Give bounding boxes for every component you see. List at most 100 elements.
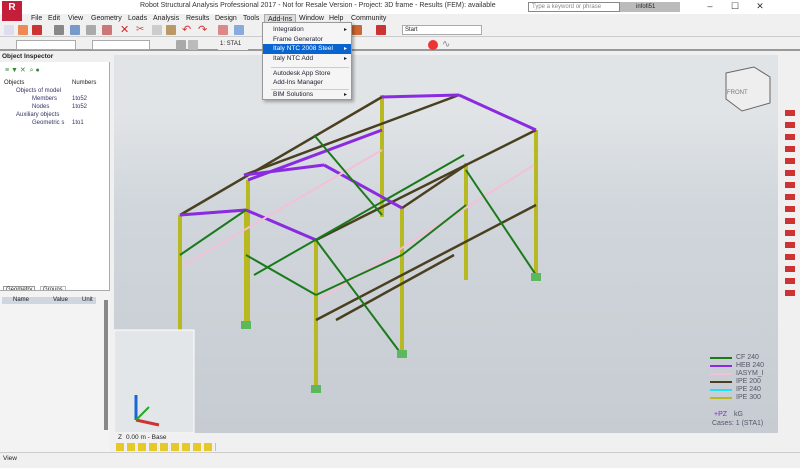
search-input[interactable]: Type a keyword or phrase — [528, 2, 620, 12]
redo-icon[interactable]: ↷ — [198, 25, 208, 35]
legend-item: IPE 200 — [710, 378, 761, 385]
open-icon[interactable] — [18, 25, 28, 35]
menu-item-label: Italy NTC Add — [273, 55, 313, 62]
menu-item-label: Add-Ins Manager — [273, 79, 323, 86]
legend-swatch — [710, 373, 732, 375]
menu-item-integration[interactable]: Integration ▸ — [263, 25, 351, 35]
tree-item-number: 1to1 — [72, 120, 84, 126]
submenu-arrow-icon: ▸ — [344, 25, 347, 35]
properties-scrollbar[interactable] — [104, 300, 108, 430]
legend-item: IPE 300 — [710, 394, 761, 401]
menu-edit[interactable]: Edit — [45, 14, 63, 23]
legend-label: IPE 200 — [736, 378, 761, 385]
menu-file[interactable]: File — [28, 14, 45, 23]
minimize-button[interactable]: – — [700, 1, 720, 11]
legend-item: CF 240 — [710, 354, 759, 361]
menu-item-add-ins-manager[interactable]: Add-Ins Manager — [263, 78, 351, 88]
maximize-button[interactable]: ☐ — [725, 1, 745, 12]
object-inspector-title: Object Inspector — [0, 52, 110, 62]
save-icon[interactable] — [32, 25, 42, 35]
paste-icon[interactable] — [166, 25, 176, 35]
legend-swatch — [710, 365, 732, 367]
legend-item: IPE 240 — [710, 386, 761, 393]
menu-item-label: Autodesk App Store — [273, 70, 330, 77]
load-display-icon[interactable] — [428, 40, 438, 50]
close-button[interactable]: ✕ — [750, 1, 770, 12]
menu-item-bim-solutions[interactable]: BIM Solutions ▸ — [263, 90, 351, 100]
properties-panel — [0, 290, 110, 452]
submenu-arrow-icon: ▸ — [344, 90, 347, 100]
legend-swatch — [710, 357, 732, 359]
legend-item: HEB 240 — [710, 362, 764, 369]
copy-icon[interactable] — [152, 25, 162, 35]
menu-item-label: Integration — [273, 26, 304, 33]
cut-icon[interactable]: ✂ — [136, 25, 146, 35]
camera-icon[interactable] — [102, 25, 112, 35]
menu-item-label: Frame Generator — [273, 36, 323, 43]
selection-combo[interactable] — [16, 40, 76, 50]
calculator-icon[interactable] — [218, 25, 228, 35]
menu-separator — [271, 67, 349, 68]
tree-item-number: 1to52 — [72, 96, 87, 102]
load-direction: +PZ — [714, 411, 727, 418]
legend-swatch — [710, 381, 732, 383]
legend-swatch — [710, 389, 732, 391]
add-ins-dropdown: Integration ▸ Frame Generator Italy NTC 2… — [262, 22, 352, 100]
tree-item-number: 1to52 — [72, 104, 87, 110]
tree-item[interactable]: Nodes — [32, 104, 49, 110]
submenu-arrow-icon: ▸ — [344, 54, 347, 64]
3d-viewport[interactable] — [114, 55, 778, 433]
view-cube-label[interactable]: FRONT — [727, 90, 748, 96]
frame-icon[interactable] — [176, 40, 186, 50]
table-icon[interactable] — [234, 25, 244, 35]
screen-capture-icon[interactable] — [86, 25, 96, 35]
legend-swatch — [710, 397, 732, 399]
coordinate-label: Z — [118, 434, 122, 441]
user-account[interactable]: infofi51 — [620, 2, 680, 12]
print-icon[interactable] — [54, 25, 64, 35]
menu-item-italy-ntc-add[interactable]: Italy NTC Add ▸ — [263, 54, 351, 64]
right-toolbar-icons[interactable] — [785, 110, 795, 300]
shape-icon[interactable] — [188, 40, 198, 50]
section-combo[interactable] — [92, 40, 150, 50]
legend-label: IPE 300 — [736, 394, 761, 401]
tools-icon[interactable] — [352, 25, 362, 35]
menu-loads[interactable]: Loads — [125, 14, 150, 23]
load-cases: Cases: 1 (STA1) — [712, 420, 763, 427]
tree-item[interactable]: Members — [32, 96, 57, 102]
menu-results[interactable]: Results — [183, 14, 212, 23]
view-toolbar[interactable] — [116, 443, 216, 451]
level-status: 0.00 m - Base — [126, 434, 166, 441]
new-icon[interactable] — [4, 25, 14, 35]
menu-view[interactable]: View — [65, 14, 86, 23]
display-icon[interactable] — [376, 25, 386, 35]
tree-item[interactable]: Auxiliary objects — [16, 112, 59, 118]
menu-community[interactable]: Community — [348, 14, 389, 23]
submenu-arrow-icon: ▸ — [344, 44, 347, 54]
legend-item: IASYM_I — [710, 370, 764, 377]
undo-icon[interactable]: ↶ — [182, 25, 192, 35]
status-bar: View — [0, 452, 800, 468]
menu-analysis[interactable]: Analysis — [150, 14, 182, 23]
tree-item[interactable]: Objects of model — [16, 88, 61, 94]
numbers-column-header: Numbers — [72, 80, 96, 86]
objects-column-header: Objects — [4, 80, 24, 86]
preview-icon[interactable] — [70, 25, 80, 35]
layout-select[interactable]: Start — [402, 25, 482, 35]
app-logo[interactable]: R — [2, 1, 22, 21]
menu-geometry[interactable]: Geometry — [88, 14, 125, 23]
unit-column-header: Unit — [82, 297, 93, 303]
menu-item-italy-ntc-2008-steel[interactable]: Italy NTC 2008 Steel▸ — [263, 44, 351, 54]
wave-icon[interactable]: ∿ — [442, 40, 452, 50]
name-column-header: Name — [13, 297, 29, 303]
legend-label: CF 240 — [736, 354, 759, 361]
cases-combo[interactable]: 1: STA1 — [218, 40, 248, 50]
tree-item[interactable]: Geometric s — [32, 120, 64, 126]
value-column-header: Value — [53, 297, 68, 303]
menu-item-label: BIM Solutions — [273, 91, 313, 98]
menu-tools[interactable]: Tools — [240, 14, 262, 23]
load-unit: kG — [734, 411, 743, 418]
delete-icon[interactable]: ✕ — [120, 25, 130, 35]
menu-design[interactable]: Design — [212, 14, 240, 23]
filter-icons[interactable]: ≡ ▼ ✕ ⌕ ● — [5, 66, 65, 74]
